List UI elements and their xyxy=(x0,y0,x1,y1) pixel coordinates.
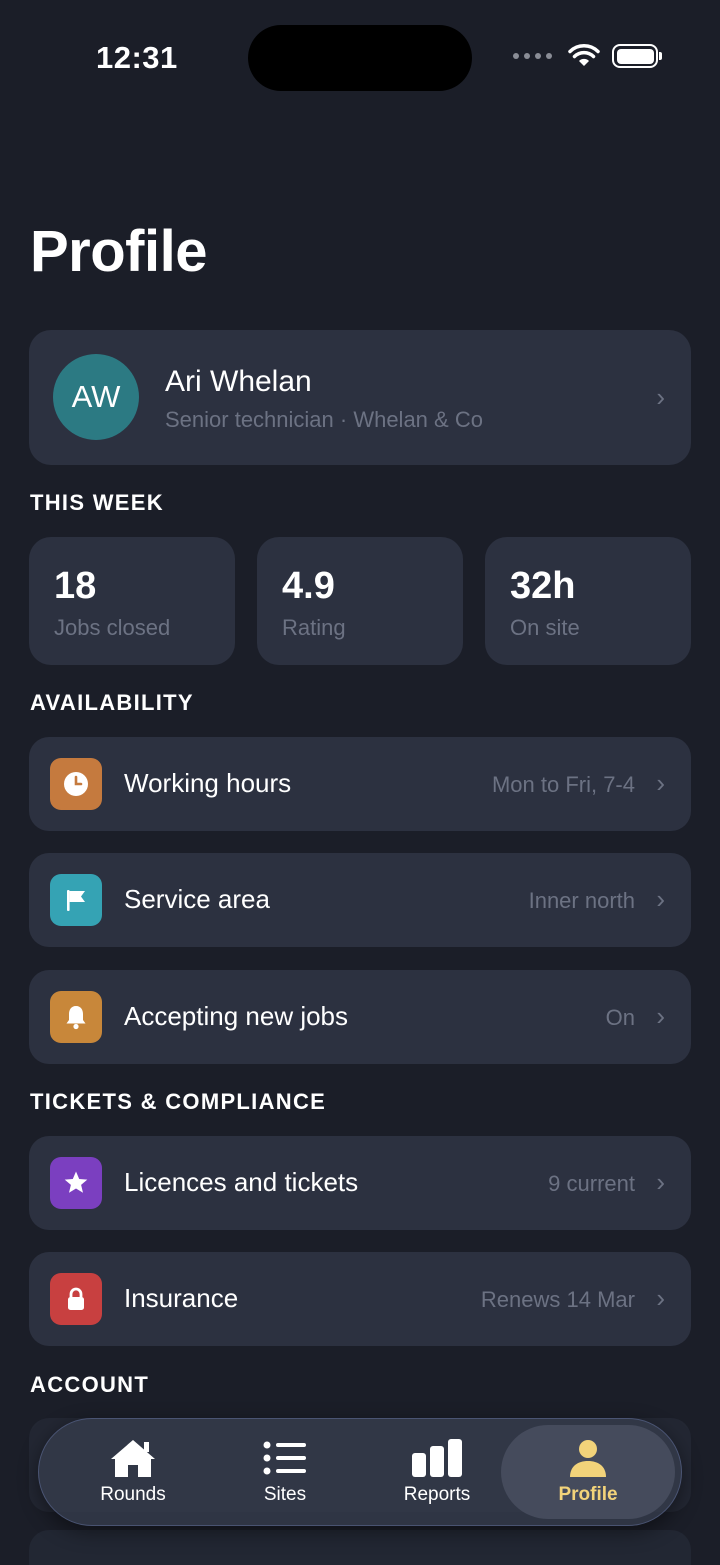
chevron-right-icon: › xyxy=(656,1283,665,1313)
row-label: Accepting new jobs xyxy=(124,1001,349,1031)
profile-card[interactable]: AW Ari Whelan Senior technician · Whelan… xyxy=(29,330,691,465)
tab-rounds[interactable]: Rounds xyxy=(57,1425,209,1519)
chevron-right-icon: › xyxy=(656,1167,665,1197)
page-title: Profile xyxy=(30,219,208,284)
profile-subtitle: Senior technician · Whelan & Co xyxy=(165,407,483,432)
row-value: Mon to Fri, 7-4 xyxy=(491,772,635,797)
profile-name: Ari Whelan xyxy=(165,365,312,398)
list-icon xyxy=(263,1441,306,1475)
row-value: Inner north xyxy=(528,888,635,913)
stat-label: Jobs closed xyxy=(54,615,171,640)
tab-label: Reports xyxy=(403,1484,471,1505)
row-licences-and-tickets[interactable]: Licences and tickets 9 current › xyxy=(29,1136,691,1230)
status-icons xyxy=(513,44,662,68)
cellular-signal-icon xyxy=(513,53,552,59)
tab-label: Sites xyxy=(263,1484,307,1505)
chevron-right-icon: › xyxy=(656,884,665,914)
tab-sites[interactable]: Sites xyxy=(209,1425,361,1519)
house-icon xyxy=(111,1440,155,1477)
flag-icon xyxy=(50,874,102,926)
row-value: On xyxy=(605,1005,635,1030)
row-label: Working hours xyxy=(124,768,292,798)
row-value: 9 current xyxy=(548,1171,635,1196)
status-time: 12:31 xyxy=(96,40,178,75)
tab-profile[interactable]: Profile xyxy=(501,1425,675,1519)
dynamic-island xyxy=(248,25,472,91)
row-service-area[interactable]: Service area Inner north › xyxy=(29,853,691,947)
stat-value: 18 xyxy=(54,565,97,607)
section-label-tickets-compliance: TICKETS & COMPLIANCE xyxy=(30,1089,327,1114)
row-value: Renews 14 Mar xyxy=(480,1287,635,1312)
row-label: Service area xyxy=(124,884,270,914)
stat-value: 4.9 xyxy=(282,565,335,607)
account-row[interactable] xyxy=(29,1530,691,1565)
row-label: Insurance xyxy=(124,1283,239,1313)
lock-icon xyxy=(50,1273,102,1325)
section-label-availability: AVAILABILITY xyxy=(30,690,194,715)
row-accepting-new-jobs[interactable]: Accepting new jobs On › xyxy=(29,970,691,1064)
section-label-account: ACCOUNT xyxy=(30,1372,150,1397)
row-working-hours[interactable]: Working hours Mon to Fri, 7-4 › xyxy=(29,737,691,831)
stat-card-on-site: 32h On site xyxy=(485,537,691,665)
tab-label: Rounds xyxy=(100,1484,166,1505)
tab-label: Profile xyxy=(558,1484,618,1505)
stat-label: On site xyxy=(510,615,580,640)
chevron-right-icon: › xyxy=(656,382,665,412)
stat-value: 32h xyxy=(510,565,576,607)
stat-card-rating: 4.9 Rating xyxy=(257,537,463,665)
battery-icon xyxy=(612,44,662,68)
tab-bar: Rounds Sites Reports Profile xyxy=(38,1418,682,1526)
row-insurance[interactable]: Insurance Renews 14 Mar › xyxy=(29,1252,691,1346)
status-bar: 12:31 xyxy=(0,0,720,120)
stat-card-jobs-closed: 18 Jobs closed xyxy=(29,537,235,665)
clock-icon xyxy=(50,758,102,810)
avatar: AW xyxy=(53,354,139,440)
chevron-right-icon: › xyxy=(656,768,665,798)
section-label-this-week: THIS WEEK xyxy=(30,490,164,515)
row-label: Licences and tickets xyxy=(124,1167,359,1197)
bar-chart-icon xyxy=(412,1439,462,1477)
star-icon xyxy=(50,1157,102,1209)
bell-icon xyxy=(50,991,102,1043)
stat-label: Rating xyxy=(282,615,346,640)
tab-reports[interactable]: Reports xyxy=(361,1425,513,1519)
wifi-icon xyxy=(568,44,600,66)
person-icon xyxy=(570,1440,606,1477)
chevron-right-icon: › xyxy=(656,1001,665,1031)
